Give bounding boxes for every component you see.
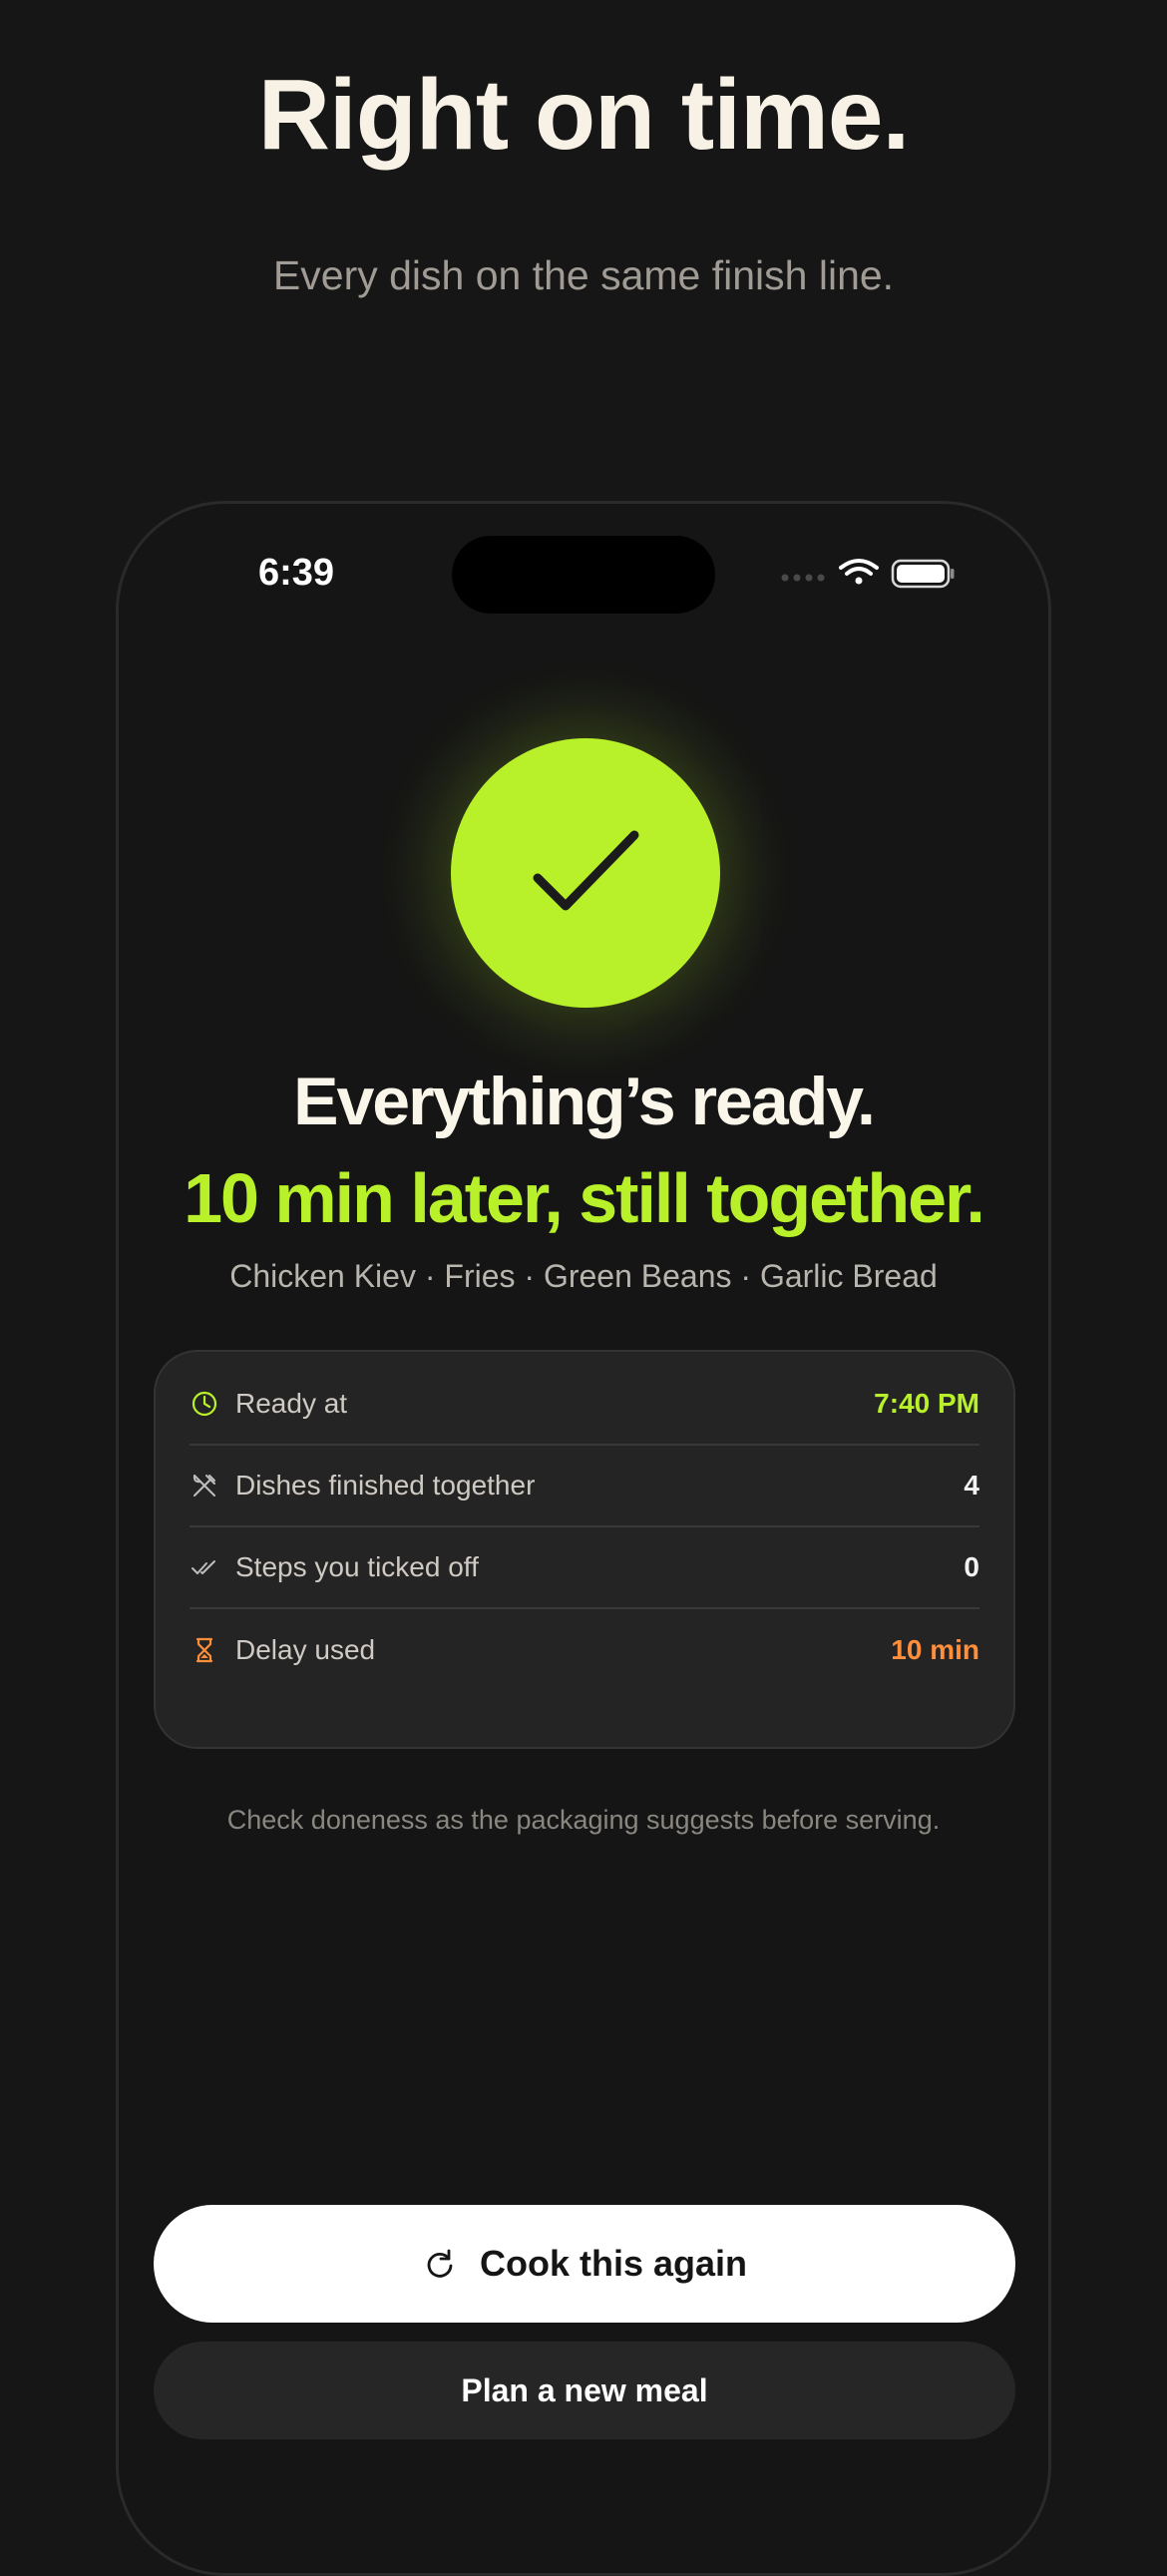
- phone-frame: 6:39 Everything’s ready. 10 min later, s…: [116, 501, 1051, 2576]
- cook-again-label: Cook this again: [479, 2243, 748, 2284]
- summary-row-delay: Delay used 10 min: [190, 1609, 979, 1691]
- plan-new-meal-label: Plan a new meal: [461, 2371, 708, 2408]
- cook-again-button[interactable]: Cook this again: [154, 2205, 1015, 2323]
- wifi-icon: [839, 559, 879, 585]
- summary-label: Steps you ticked off: [235, 1551, 479, 1582]
- hourglass-icon: [195, 1637, 213, 1663]
- battery-icon: [891, 559, 955, 589]
- summary-label: Dishes finished together: [235, 1470, 536, 1501]
- plan-new-meal-button[interactable]: Plan a new meal: [154, 2342, 1015, 2439]
- utensils-icon: [193, 1475, 215, 1497]
- signal-dots-icon: [781, 574, 825, 582]
- serving-note: Check doneness as the packaging suggests…: [226, 1805, 941, 1835]
- dynamic-island: [452, 536, 715, 614]
- summary-row-dishes: Dishes finished together 4: [190, 1446, 979, 1527]
- summary-row-steps: Steps you ticked off 0: [190, 1527, 979, 1609]
- summary-value: 4: [964, 1470, 979, 1501]
- status-bar-time: 6:39: [258, 552, 335, 594]
- status-bar-icons: [779, 556, 978, 592]
- page-headline: Right on time.: [257, 59, 911, 171]
- double-check-icon: [192, 1560, 215, 1574]
- summary-label: Ready at: [235, 1388, 348, 1419]
- refresh-icon: [427, 2249, 453, 2278]
- dish-list: Chicken Kiev · Fries · Green Beans · Gar…: [229, 1258, 938, 1294]
- summary-value: 7:40 PM: [874, 1388, 979, 1419]
- summary-row-ready-at: Ready at 7:40 PM: [190, 1364, 979, 1446]
- clock-icon: [192, 1391, 217, 1417]
- summary-value: 10 min: [891, 1634, 979, 1665]
- page-subheadline: Every dish on the same finish line.: [272, 252, 895, 298]
- summary-value: 0: [964, 1551, 979, 1582]
- summary-label: Delay used: [235, 1634, 376, 1665]
- result-title: Everything’s ready.: [293, 1064, 876, 1139]
- success-badge: [451, 738, 720, 1008]
- result-accent-title: 10 min later, still together.: [184, 1159, 985, 1237]
- summary-card: Ready at 7:40 PM Dishes finished togethe…: [154, 1350, 1015, 1749]
- checkmark-icon: [533, 830, 639, 911]
